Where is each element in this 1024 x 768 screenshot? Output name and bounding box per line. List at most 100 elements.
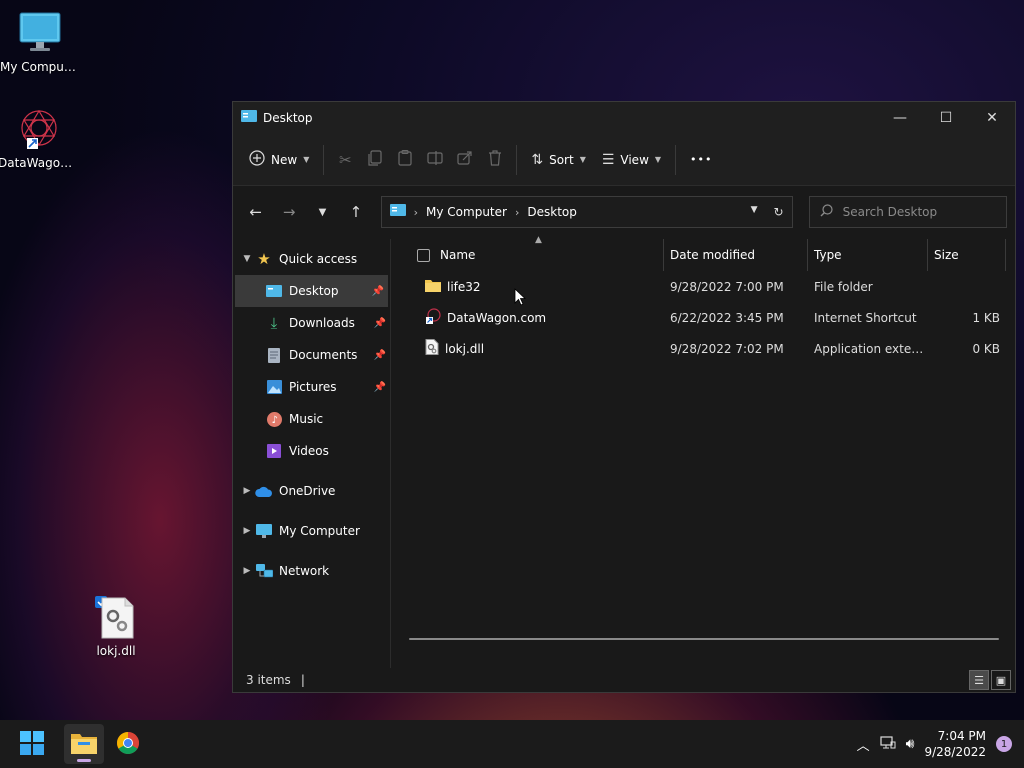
sidebar-item-quick-access[interactable]: ▼ ★ Quick access	[233, 243, 390, 275]
pin-icon[interactable]: 📌	[372, 286, 384, 297]
file-name: life32	[447, 279, 481, 294]
chevron-down-icon[interactable]: ▼	[239, 254, 255, 264]
show-hidden-icons-button[interactable]: ︿	[857, 735, 870, 754]
sidebar-item-label: Network	[279, 564, 330, 578]
minimize-button[interactable]: —	[877, 102, 923, 134]
toolbar-divider	[675, 144, 677, 175]
chevron-down-icon: ▼	[579, 155, 586, 164]
network-status-icon[interactable]	[880, 735, 896, 753]
desktop-icon-label: lokj.dll	[96, 644, 136, 658]
sidebar-item-pictures[interactable]: Pictures 📌	[233, 371, 390, 403]
sidebar-item-label: Quick access	[279, 252, 358, 266]
pin-icon[interactable]: 📌	[374, 350, 386, 361]
more-options-button[interactable]: •••	[682, 143, 720, 177]
recent-locations-button[interactable]: ▼	[308, 197, 337, 227]
sort-ascending-icon: ▲	[535, 235, 542, 245]
desktop-icon-my-computer[interactable]: My Computer	[0, 10, 80, 74]
sidebar-item-label: Videos	[289, 444, 329, 458]
sidebar-item-desktop[interactable]: Desktop 📌	[235, 275, 388, 307]
desktop-folder-icon	[389, 203, 406, 221]
close-button[interactable]: ✕	[969, 102, 1015, 134]
chevron-down-icon: ▼	[318, 206, 327, 218]
sidebar-item-documents[interactable]: Documents 📌	[233, 339, 390, 371]
list-view-icon: ☰	[601, 151, 615, 168]
back-button[interactable]: ←	[241, 197, 270, 227]
sidebar-item-music[interactable]: ♪ Music	[233, 403, 390, 435]
pin-icon[interactable]: 📌	[374, 318, 386, 329]
details-view-button[interactable]: ☰	[969, 670, 989, 690]
chevron-right-icon[interactable]: ▶	[239, 566, 255, 576]
address-dropdown-button[interactable]: ▼	[751, 205, 758, 219]
breadcrumb-my-computer[interactable]: My Computer	[426, 205, 507, 219]
up-button[interactable]: ↑	[341, 197, 370, 227]
sidebar-item-network[interactable]: ▶ Network	[233, 555, 390, 587]
navigation-pane: ▼ ★ Quick access Desktop 📌 ⤓ Downloads 📌…	[233, 239, 391, 668]
column-header-type[interactable]: Type	[808, 239, 928, 271]
file-explorer-taskbar-button[interactable]	[64, 724, 104, 764]
copy-button[interactable]	[360, 143, 390, 177]
share-button[interactable]	[450, 143, 480, 177]
start-button[interactable]	[12, 724, 52, 764]
pin-icon[interactable]: 📌	[374, 382, 386, 393]
svg-text:♪: ♪	[271, 415, 277, 426]
new-label: New	[271, 152, 298, 167]
sidebar-item-onedrive[interactable]: ▶ OneDrive	[233, 475, 390, 507]
sidebar-item-downloads[interactable]: ⤓ Downloads 📌	[233, 307, 390, 339]
toolbar-divider	[323, 144, 325, 175]
search-input[interactable]: Search Desktop	[843, 205, 938, 219]
tiles-view-button[interactable]: ▣	[991, 670, 1011, 690]
rename-button[interactable]	[420, 143, 450, 177]
toolbar-divider	[516, 144, 518, 175]
music-note-icon: ♪	[265, 410, 283, 428]
view-button[interactable]: ☰ View ▼	[594, 143, 669, 177]
delete-button[interactable]	[480, 143, 510, 177]
table-row[interactable]: DataWagon.com 6/22/2022 3:45 PM Internet…	[391, 302, 1015, 333]
sort-button[interactable]: ⇅ Sort ▼	[523, 143, 594, 177]
select-all-checkbox[interactable]	[417, 248, 430, 262]
table-row[interactable]: life32 9/28/2022 7:00 PM File folder	[391, 271, 1015, 302]
taskbar: ︿ 🔊︎ 7:04 PM 9/28/2022 1	[0, 720, 1024, 768]
column-label: Date modified	[670, 248, 756, 262]
column-header-date[interactable]: Date modified	[664, 239, 808, 271]
desktop-folder-icon	[265, 282, 283, 300]
monitor-icon	[17, 10, 63, 56]
sidebar-item-label: OneDrive	[279, 484, 336, 498]
maximize-button[interactable]: ☐	[923, 102, 969, 134]
sort-label: Sort	[549, 152, 574, 167]
file-date: 6/22/2022 3:45 PM	[670, 310, 784, 325]
paste-button[interactable]	[390, 143, 420, 177]
title-bar[interactable]: Desktop — ☐ ✕	[233, 102, 1015, 134]
new-button[interactable]: New ▼	[241, 143, 317, 177]
column-header-size[interactable]: Size	[928, 239, 1006, 271]
column-header-name[interactable]: Name	[440, 239, 664, 271]
horizontal-scrollbar[interactable]	[409, 638, 999, 640]
chrome-taskbar-button[interactable]	[108, 724, 148, 764]
column-label: Size	[934, 248, 959, 262]
notification-badge[interactable]: 1	[996, 736, 1012, 752]
star-icon: ★	[257, 250, 271, 268]
chevron-right-icon[interactable]: ▶	[239, 526, 255, 536]
sidebar-item-videos[interactable]: Videos	[233, 435, 390, 467]
forward-button[interactable]: →	[274, 197, 303, 227]
desktop-icon-lokj-dll[interactable]: lokj.dll	[76, 594, 156, 658]
clock[interactable]: 7:04 PM 9/28/2022	[924, 728, 986, 760]
chrome-icon	[116, 731, 140, 758]
desktop-icon-datawagon[interactable]: DataWagon...	[0, 106, 78, 170]
refresh-button[interactable]: ↻	[774, 205, 784, 219]
volume-icon[interactable]: 🔊︎	[906, 736, 915, 752]
details-view-icon: ☰	[974, 673, 984, 687]
scissors-icon: ✂	[339, 150, 352, 169]
dll-file-icon	[425, 339, 439, 358]
breadcrumb-desktop[interactable]: Desktop	[527, 205, 577, 219]
arrow-right-icon: →	[282, 203, 296, 221]
sidebar-item-my-computer[interactable]: ▶ My Computer	[233, 515, 390, 547]
cut-button[interactable]: ✂	[330, 143, 360, 177]
search-box[interactable]: Search Desktop	[808, 196, 1008, 228]
file-name: DataWagon.com	[447, 310, 547, 325]
table-row[interactable]: lokj.dll 9/28/2022 7:02 PM Application e…	[391, 333, 1015, 364]
address-bar[interactable]: › My Computer › Desktop ▼ ↻	[380, 196, 793, 228]
chevron-right-icon[interactable]: ▶	[239, 486, 255, 496]
mouse-cursor-icon	[514, 288, 527, 309]
file-type: File folder	[814, 279, 873, 294]
